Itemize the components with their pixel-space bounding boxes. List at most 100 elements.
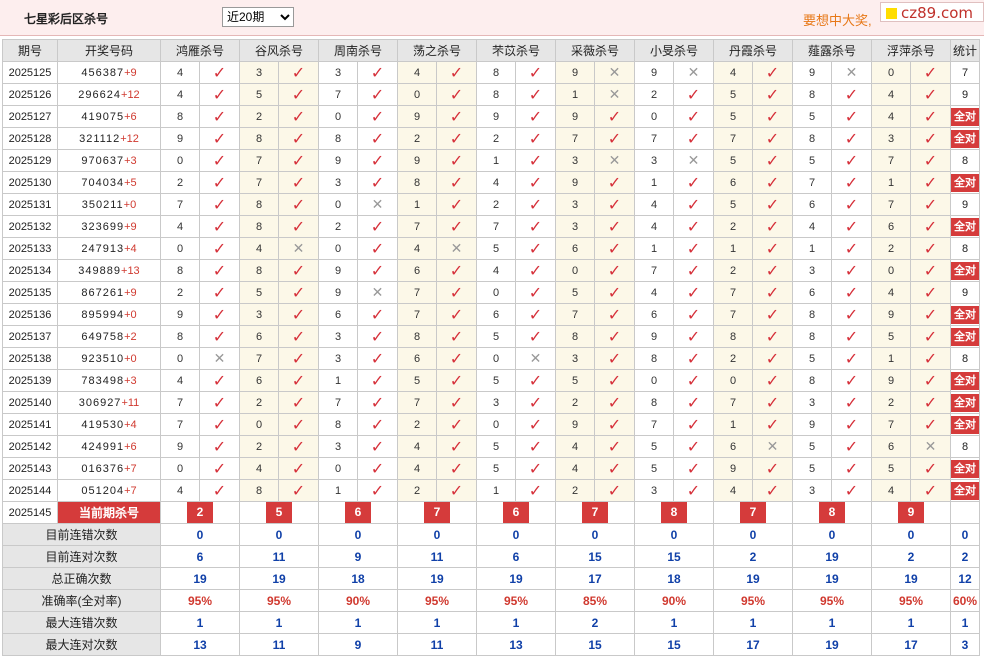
check-icon: ✓ [607,481,622,500]
summary-stat: 0 [950,523,980,546]
table-row: 2025141 419530+4 7 ✓ 0 ✓ 8 ✓ 2 ✓ 0 ✓ 9 ✓ 7 ✓ 1 ✓ 9 ✓ 7 ✓ 全对 [2,413,980,436]
kill-number-cell: 1 [634,237,674,260]
result-cell: ✓ [436,369,477,392]
issue-cell: 2025130 [2,171,58,194]
kill-number-cell: 6 [792,281,832,304]
check-icon: ✓ [528,195,543,214]
result-cell: ✓ [357,259,398,282]
summary-value: 0 [160,523,240,546]
check-icon: ✓ [765,393,780,412]
brand-link[interactable]: cz89.com [880,2,984,22]
result-cell: ✓ [673,303,714,326]
result-cell: ✓ [278,391,319,414]
check-icon: ✓ [686,283,701,302]
draw-sum: +6 [124,440,137,453]
kill-number-cell: 2 [871,391,911,414]
draw-digits: 349889 [78,264,122,277]
draw-digits: 016376 [81,462,125,475]
result-cell: ✕ [910,435,951,458]
check-icon: ✓ [291,283,306,302]
check-icon: ✓ [212,283,227,302]
cross-icon: ✕ [292,240,305,257]
summary-value: 1 [792,611,872,634]
kill-number-cell: 5 [239,281,279,304]
all-correct-badge: 全对 [951,327,979,346]
slogan-text: 要想中大奖, [803,13,872,28]
check-icon: ✓ [607,305,622,324]
result-cell: ✓ [199,281,240,304]
check-icon: ✓ [844,459,859,478]
result-cell: ✓ [594,237,635,260]
kill-number-cell: 3 [792,391,832,414]
kill-number-cell: 9 [555,413,595,436]
check-icon: ✓ [765,107,780,126]
draw-digits: 783498 [81,374,125,387]
kill-number-cell: 7 [713,391,753,414]
kill-number-cell: 8 [713,325,753,348]
stat-cell: 全对 [950,127,980,150]
result-cell: ✓ [910,127,951,150]
result-cell: ✓ [673,237,714,260]
top-bar: 七星彩后区杀号 近20期 要想中大奖, cz89.com [0,0,984,36]
result-cell: ✓ [515,479,556,502]
current-period-row: 2025145 当前期杀号 2 5 6 7 6 7 8 7 8 9 [2,501,980,524]
result-cell: ✕ [199,347,240,370]
kill-number-cell: 2 [397,127,437,150]
issue-cell: 2025127 [2,105,58,128]
result-cell: ✓ [594,457,635,480]
cross-icon: ✕ [608,152,621,169]
result-cell: ✓ [357,105,398,128]
cross-icon: ✕ [766,438,779,455]
kill-number-cell: 4 [160,369,200,392]
draw-digits: 323699 [81,220,125,233]
check-icon: ✓ [449,283,464,302]
check-icon: ✓ [528,371,543,390]
kill-number-cell: 7 [634,127,674,150]
summary-value: 11 [397,545,477,568]
result-cell: ✓ [673,171,714,194]
check-icon: ✓ [765,283,780,302]
kill-number-cell: 0 [634,105,674,128]
table-row: 2025131 350211+0 7 ✓ 8 ✓ 0 ✕ 1 ✓ 2 ✓ 3 ✓ 4 ✓ 5 ✓ 6 ✓ 7 ✓ 9 [2,193,980,216]
kill-number-cell: 8 [160,259,200,282]
kill-number-cell: 1 [871,347,911,370]
current-pick-cell: 6 [476,501,556,524]
kill-number-cell: 8 [476,61,516,84]
kill-number-cell: 9 [555,61,595,84]
summary-value: 6 [476,545,556,568]
check-icon: ✓ [291,371,306,390]
draw-cell: 783498+3 [57,369,161,392]
all-correct-badge: 全对 [951,481,979,500]
kill-number-cell: 8 [792,127,832,150]
all-correct-badge: 全对 [951,371,979,390]
kill-number-cell: 3 [476,391,516,414]
draw-cell: 016376+7 [57,457,161,480]
summary-value: 19 [871,567,951,590]
col-header-draw: 开奖号码 [57,39,161,62]
period-select[interactable]: 近20期 [222,7,294,27]
kill-number-cell: 2 [634,83,674,106]
kill-number-cell: 1 [318,479,358,502]
kill-number-cell: 0 [160,347,200,370]
kill-number-cell: 3 [239,61,279,84]
kill-number-cell: 5 [239,83,279,106]
check-icon: ✓ [291,85,306,104]
brand-square-icon [886,8,897,19]
summary-value: 95% [476,589,556,612]
summary-value: 0 [397,523,477,546]
summary-value: 0 [871,523,951,546]
summary-value: 95% [160,589,240,612]
check-icon: ✓ [686,129,701,148]
draw-sum: +3 [124,154,137,167]
kill-number-cell: 8 [792,325,832,348]
issue-cell: 2025138 [2,347,58,370]
check-icon: ✓ [607,173,622,192]
check-icon: ✓ [923,85,938,104]
kill-number-cell: 7 [476,215,516,238]
draw-sum: +4 [124,242,137,255]
kill-number-cell: 8 [318,413,358,436]
kill-number-cell: 6 [239,325,279,348]
kill-number-cell: 3 [792,479,832,502]
table-row: 2025134 349889+13 8 ✓ 8 ✓ 9 ✓ 6 ✓ 4 ✓ 0 ✓ 7 ✓ 2 ✓ 3 ✓ 0 ✓ 全对 [2,259,980,282]
table-header-row: 期号 开奖号码 鸿雁杀号 谷风杀号 周南杀号 荡之杀号 芣苡杀号 采薇杀号 小旻杀号 丹霞杀号… [2,39,980,62]
